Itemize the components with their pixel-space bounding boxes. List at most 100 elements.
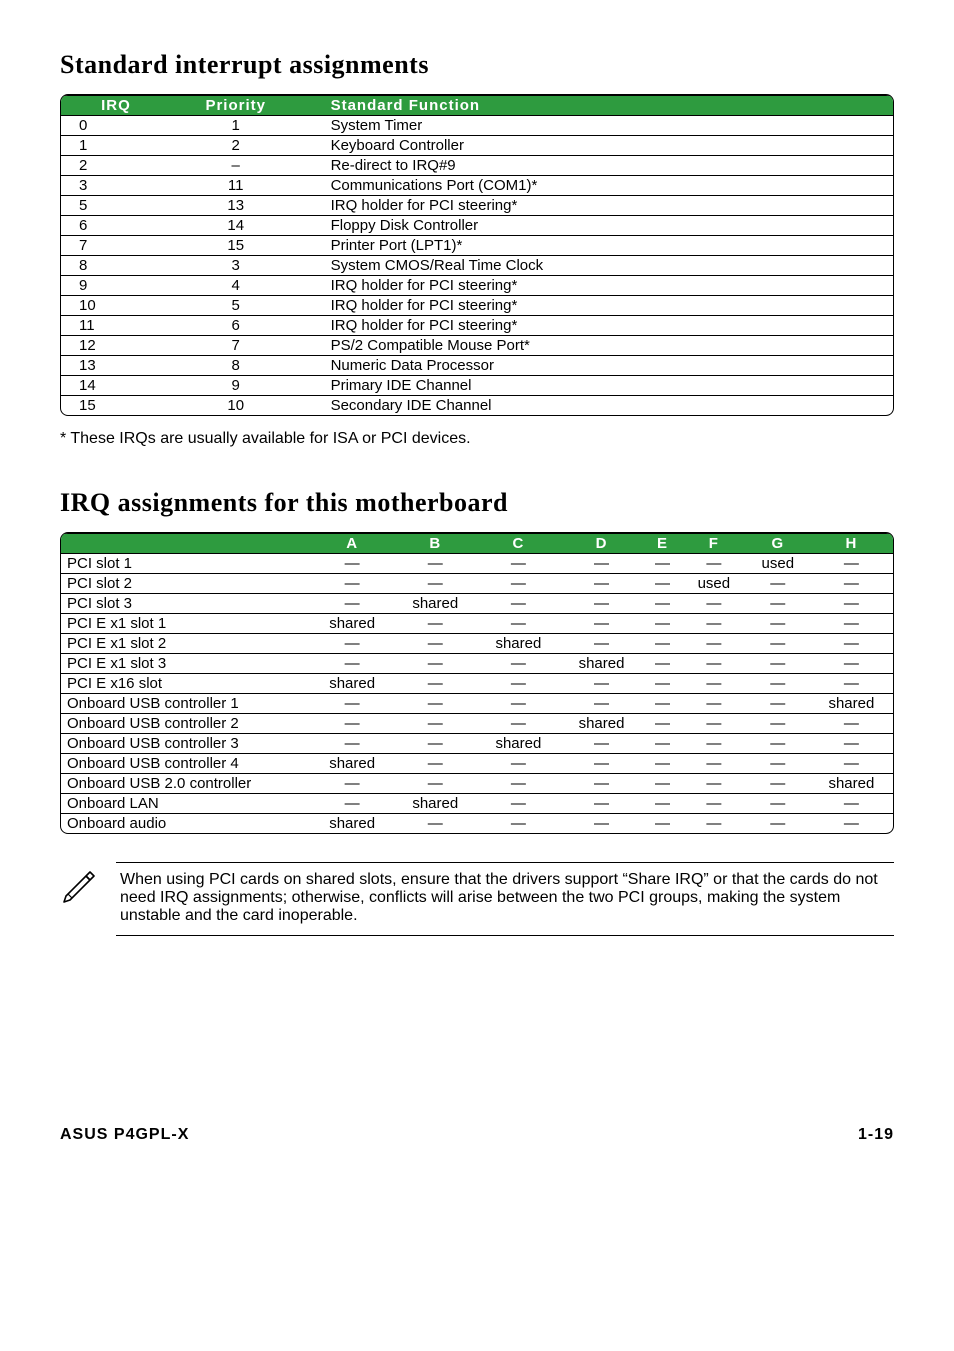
cell-priority: 4 [161, 276, 311, 296]
cell-irq: 8 [61, 256, 161, 276]
cell-value: — [394, 774, 477, 794]
table-row: 83System CMOS/Real Time Clock [61, 256, 893, 276]
cell-value: — [311, 794, 394, 814]
cell-value: — [746, 674, 810, 694]
table-row: 116IRQ holder for PCI steering* [61, 316, 893, 336]
cell-value: — [477, 614, 560, 634]
table-row: 311Communications Port (COM1)* [61, 176, 893, 196]
cell-value: — [311, 694, 394, 714]
table-row: 127PS/2 Compatible Mouse Port* [61, 336, 893, 356]
table-row: PCI E x16 slotshared——————— [61, 674, 893, 694]
cell-label: Onboard audio [61, 814, 311, 834]
cell-value: — [394, 674, 477, 694]
cell-function: Floppy Disk Controller [311, 216, 893, 236]
cell-priority: 10 [161, 396, 311, 416]
cell-value: — [746, 734, 810, 754]
cell-value: — [810, 614, 893, 634]
cell-value: — [394, 654, 477, 674]
section1-title: Standard interrupt assignments [60, 50, 894, 80]
cell-value: — [643, 814, 682, 834]
cell-value: — [560, 794, 643, 814]
cell-value: — [746, 594, 810, 614]
cell-priority: 3 [161, 256, 311, 276]
page-footer: ASUS P4GPL-X 1-19 [60, 1126, 894, 1144]
cell-function: Keyboard Controller [311, 136, 893, 156]
cell-value: — [311, 654, 394, 674]
cell-irq: 0 [61, 116, 161, 136]
cell-value: — [477, 754, 560, 774]
table-row: PCI E x1 slot 1shared——————— [61, 614, 893, 634]
table-row: 01System Timer [61, 116, 893, 136]
table1-footnote: * These IRQs are usually available for I… [60, 430, 894, 448]
interrupt-table: IRQ Priority Standard Function 01System … [61, 95, 893, 415]
cell-priority: 15 [161, 236, 311, 256]
th-col-g: G [746, 534, 810, 554]
irq-motherboard-table-container: ABCDEFGH PCI slot 1——————used—PCI slot 2… [60, 532, 894, 834]
cell-value: shared [394, 594, 477, 614]
cell-value: — [560, 734, 643, 754]
cell-priority: – [161, 156, 311, 176]
cell-irq: 15 [61, 396, 161, 416]
cell-value: — [394, 694, 477, 714]
cell-value: — [810, 754, 893, 774]
cell-value: — [477, 794, 560, 814]
cell-value: — [560, 674, 643, 694]
cell-value: — [477, 594, 560, 614]
cell-value: — [682, 774, 746, 794]
cell-value: — [643, 794, 682, 814]
cell-irq: 3 [61, 176, 161, 196]
cell-value: — [682, 734, 746, 754]
cell-value: — [311, 634, 394, 654]
cell-value: — [682, 794, 746, 814]
cell-function: IRQ holder for PCI steering* [311, 196, 893, 216]
irq-motherboard-table: ABCDEFGH PCI slot 1——————used—PCI slot 2… [61, 533, 893, 833]
cell-irq: 5 [61, 196, 161, 216]
table-row: 1510Secondary IDE Channel [61, 396, 893, 416]
table-row: 149Primary IDE Channel [61, 376, 893, 396]
cell-value: — [477, 774, 560, 794]
cell-value: — [394, 814, 477, 834]
cell-priority: 14 [161, 216, 311, 236]
cell-value: — [810, 714, 893, 734]
cell-value: — [810, 574, 893, 594]
cell-function: Primary IDE Channel [311, 376, 893, 396]
cell-value: — [643, 654, 682, 674]
cell-value: — [682, 654, 746, 674]
cell-value: — [810, 554, 893, 574]
cell-value: — [560, 554, 643, 574]
cell-label: Onboard LAN [61, 794, 311, 814]
cell-label: PCI slot 1 [61, 554, 311, 574]
cell-value: — [560, 594, 643, 614]
cell-value: — [643, 614, 682, 634]
cell-function: Numeric Data Processor [311, 356, 893, 376]
table-row: 105IRQ holder for PCI steering* [61, 296, 893, 316]
cell-value: shared [394, 794, 477, 814]
cell-value: — [477, 714, 560, 734]
cell-value: — [643, 594, 682, 614]
cell-value: — [643, 554, 682, 574]
cell-function: IRQ holder for PCI steering* [311, 316, 893, 336]
cell-value: — [560, 754, 643, 774]
cell-label: PCI E x1 slot 3 [61, 654, 311, 674]
th-blank [61, 534, 311, 554]
th-col-d: D [560, 534, 643, 554]
cell-priority: 8 [161, 356, 311, 376]
th-col-a: A [311, 534, 394, 554]
table-row: Onboard USB controller 4shared——————— [61, 754, 893, 774]
note-container: When using PCI cards on shared slots, en… [60, 862, 894, 936]
cell-value: — [643, 754, 682, 774]
table-row: Onboard USB 2.0 controller———————shared [61, 774, 893, 794]
cell-value: shared [560, 654, 643, 674]
cell-value: — [560, 574, 643, 594]
cell-value: — [477, 694, 560, 714]
table-row: Onboard LAN—shared—————— [61, 794, 893, 814]
cell-function: Printer Port (LPT1)* [311, 236, 893, 256]
cell-value: shared [311, 754, 394, 774]
cell-value: — [643, 674, 682, 694]
cell-value: used [682, 574, 746, 594]
table-row: Onboard USB controller 1———————shared [61, 694, 893, 714]
cell-value: — [682, 814, 746, 834]
table-row: PCI E x1 slot 3———shared———— [61, 654, 893, 674]
table2-header-row: ABCDEFGH [61, 534, 893, 554]
table-row: 138Numeric Data Processor [61, 356, 893, 376]
